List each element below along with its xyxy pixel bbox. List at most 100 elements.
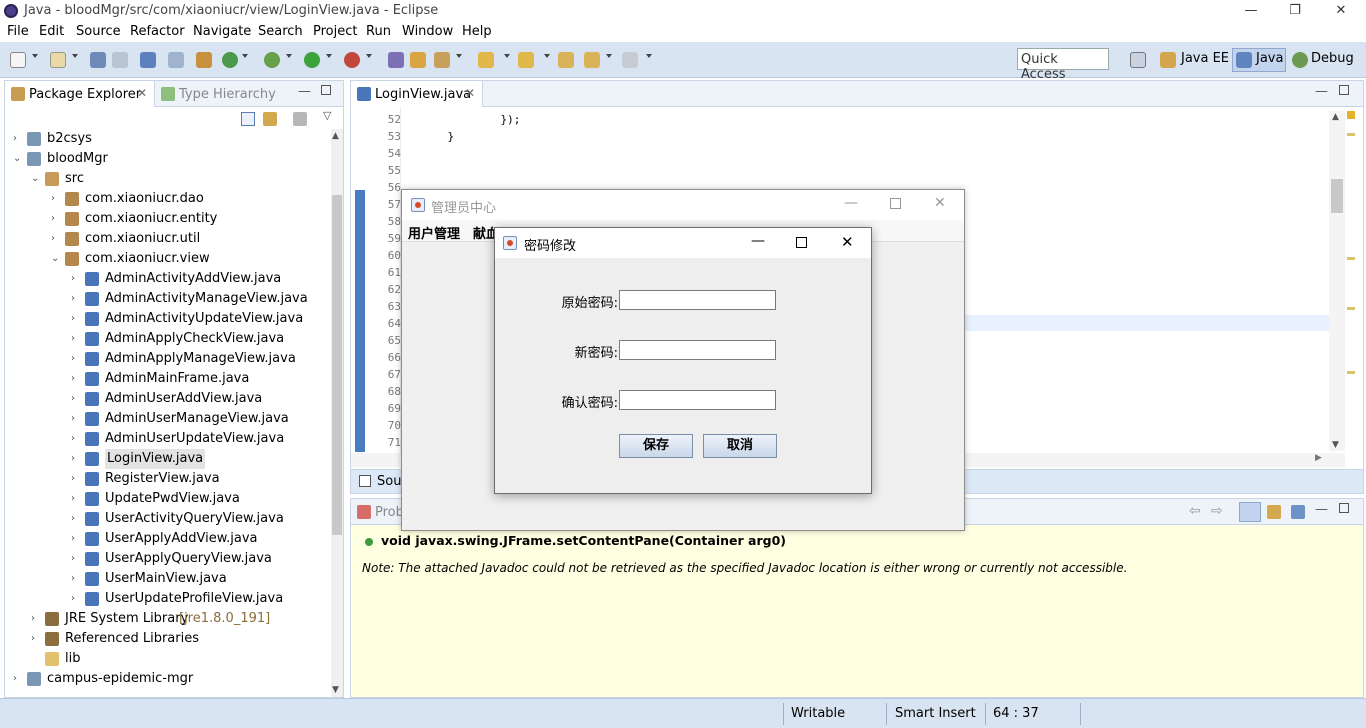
maximize-editor-icon[interactable] <box>1339 85 1349 95</box>
run-dropdown-icon[interactable] <box>326 54 332 58</box>
expand-toggle-icon[interactable]: › <box>51 229 61 249</box>
expand-toggle-icon[interactable]: › <box>71 449 81 469</box>
expand-toggle-icon[interactable]: › <box>71 269 81 289</box>
new-password-input[interactable] <box>619 340 776 360</box>
save-icon[interactable] <box>90 52 106 68</box>
tab-type-hierarchy[interactable]: Type Hierarchy <box>179 87 276 102</box>
expand-toggle-icon[interactable]: › <box>31 609 41 629</box>
minimize-button[interactable]: — <box>751 233 765 249</box>
previous-annotation-dropdown-icon[interactable] <box>544 54 550 58</box>
overview-marker[interactable] <box>1347 133 1355 136</box>
menu-file[interactable]: File <box>7 24 29 39</box>
expand-toggle-icon[interactable]: › <box>71 369 81 389</box>
warning-overview-marker[interactable] <box>1347 111 1355 119</box>
menu-window[interactable]: Window <box>402 24 453 39</box>
tab-problems[interactable]: Prob <box>375 505 404 520</box>
external-tools-icon[interactable] <box>344 52 360 68</box>
next-annotation-dropdown-icon[interactable] <box>504 54 510 58</box>
debug-dropdown-icon[interactable] <box>286 54 292 58</box>
maximize-view-icon[interactable] <box>321 85 331 95</box>
confirm-password-input[interactable] <box>619 390 776 410</box>
minimize-view-icon[interactable]: — <box>298 84 311 99</box>
minimize-view-icon[interactable]: — <box>1315 502 1328 517</box>
run-icon[interactable] <box>304 52 320 68</box>
open-perspective-icon[interactable] <box>1130 52 1146 68</box>
open-type-icon[interactable] <box>50 52 66 68</box>
save-button[interactable]: 保存 <box>619 434 693 458</box>
collapse-toggle-icon[interactable]: ⌄ <box>13 149 23 169</box>
minimize-editor-icon[interactable]: — <box>1315 84 1328 99</box>
focus-icon[interactable] <box>293 112 307 126</box>
edit-icon[interactable] <box>434 52 450 68</box>
restore-button[interactable]: ❐ <box>1280 2 1310 20</box>
code-line[interactable]: } <box>421 130 454 143</box>
package-icon[interactable] <box>196 52 212 68</box>
expand-toggle-icon[interactable]: › <box>71 309 81 329</box>
scroll-thumb[interactable] <box>1331 179 1343 213</box>
expand-toggle-icon[interactable]: › <box>71 509 81 529</box>
minimize-button[interactable]: — <box>1236 2 1266 20</box>
code-line[interactable]: }); <box>421 113 520 126</box>
view-menu-icon[interactable]: ▽ <box>323 109 331 122</box>
scroll-up-icon[interactable]: ▲ <box>332 131 339 141</box>
scroll-thumb[interactable] <box>332 195 342 535</box>
package-explorer-scrollbar[interactable]: ▲ ▼ <box>331 129 343 697</box>
tab-loginview-java[interactable]: LoginView.java ✕ <box>351 81 483 107</box>
skip-breakpoints-icon[interactable] <box>168 52 184 68</box>
expand-toggle-icon[interactable]: › <box>71 549 81 569</box>
link-with-selection-icon[interactable] <box>1239 502 1261 522</box>
maximize-view-icon[interactable] <box>1339 503 1349 513</box>
cancel-button[interactable]: 取消 <box>703 434 777 458</box>
perspective-java-ee[interactable]: Java EE <box>1181 51 1229 66</box>
quick-access-input[interactable]: Quick Access <box>1017 48 1109 82</box>
expand-toggle-icon[interactable]: › <box>51 189 61 209</box>
back-icon[interactable] <box>584 52 600 68</box>
overview-marker[interactable] <box>1347 371 1355 374</box>
scroll-down-icon[interactable]: ▼ <box>1332 440 1339 450</box>
expand-toggle-icon[interactable]: › <box>71 409 81 429</box>
menu-refactor[interactable]: Refactor <box>130 24 185 39</box>
editor-vertical-scrollbar[interactable]: ▲ ▼ <box>1329 111 1345 451</box>
expand-toggle-icon[interactable]: › <box>71 349 81 369</box>
new-icon[interactable] <box>10 52 26 68</box>
link-with-editor-icon[interactable] <box>263 112 277 126</box>
menu-user-management[interactable]: 用户管理 <box>408 223 460 242</box>
new-java-project-icon[interactable] <box>388 52 404 68</box>
close-button[interactable]: ✕ <box>841 233 854 251</box>
perspective-java[interactable]: Java <box>1256 51 1283 66</box>
overview-marker[interactable] <box>1347 257 1355 260</box>
last-edit-icon[interactable] <box>558 52 574 68</box>
menu-navigate[interactable]: Navigate <box>193 24 251 39</box>
open-attached-javadoc-icon[interactable] <box>1267 505 1281 519</box>
expand-toggle-icon[interactable]: › <box>71 529 81 549</box>
close-button[interactable]: ✕ <box>1326 2 1356 20</box>
open-dropdown-icon[interactable] <box>72 54 78 58</box>
console-icon[interactable] <box>140 52 156 68</box>
debug-icon[interactable] <box>264 52 280 68</box>
previous-annotation-icon[interactable] <box>518 52 534 68</box>
forward-icon[interactable] <box>622 52 638 68</box>
menu-source[interactable]: Source <box>76 24 121 39</box>
expand-toggle-icon[interactable]: › <box>71 469 81 489</box>
external-tools-dropdown-icon[interactable] <box>366 54 372 58</box>
perspective-debug[interactable]: Debug <box>1311 51 1354 66</box>
next-annotation-icon[interactable] <box>478 52 494 68</box>
expand-toggle-icon[interactable]: › <box>71 589 81 609</box>
forward-icon[interactable]: ⇨ <box>1211 503 1223 519</box>
expand-toggle-icon[interactable]: › <box>13 669 23 689</box>
open-folder-icon[interactable] <box>410 52 426 68</box>
collapse-toggle-icon[interactable]: ⌄ <box>31 169 41 189</box>
close-button[interactable]: ✕ <box>934 195 946 211</box>
refresh-icon[interactable] <box>222 52 238 68</box>
close-tab-icon[interactable]: ✕ <box>465 86 475 100</box>
collapse-all-icon[interactable] <box>241 112 255 126</box>
expand-toggle-icon[interactable]: › <box>71 329 81 349</box>
expand-toggle-icon[interactable]: › <box>31 629 41 649</box>
menu-project[interactable]: Project <box>313 24 357 39</box>
new-dropdown-icon[interactable] <box>32 54 38 58</box>
expand-toggle-icon[interactable]: › <box>71 489 81 509</box>
maximize-button[interactable] <box>796 237 807 248</box>
menu-search[interactable]: Search <box>258 24 303 39</box>
menu-run[interactable]: Run <box>366 24 391 39</box>
menu-help[interactable]: Help <box>462 24 492 39</box>
